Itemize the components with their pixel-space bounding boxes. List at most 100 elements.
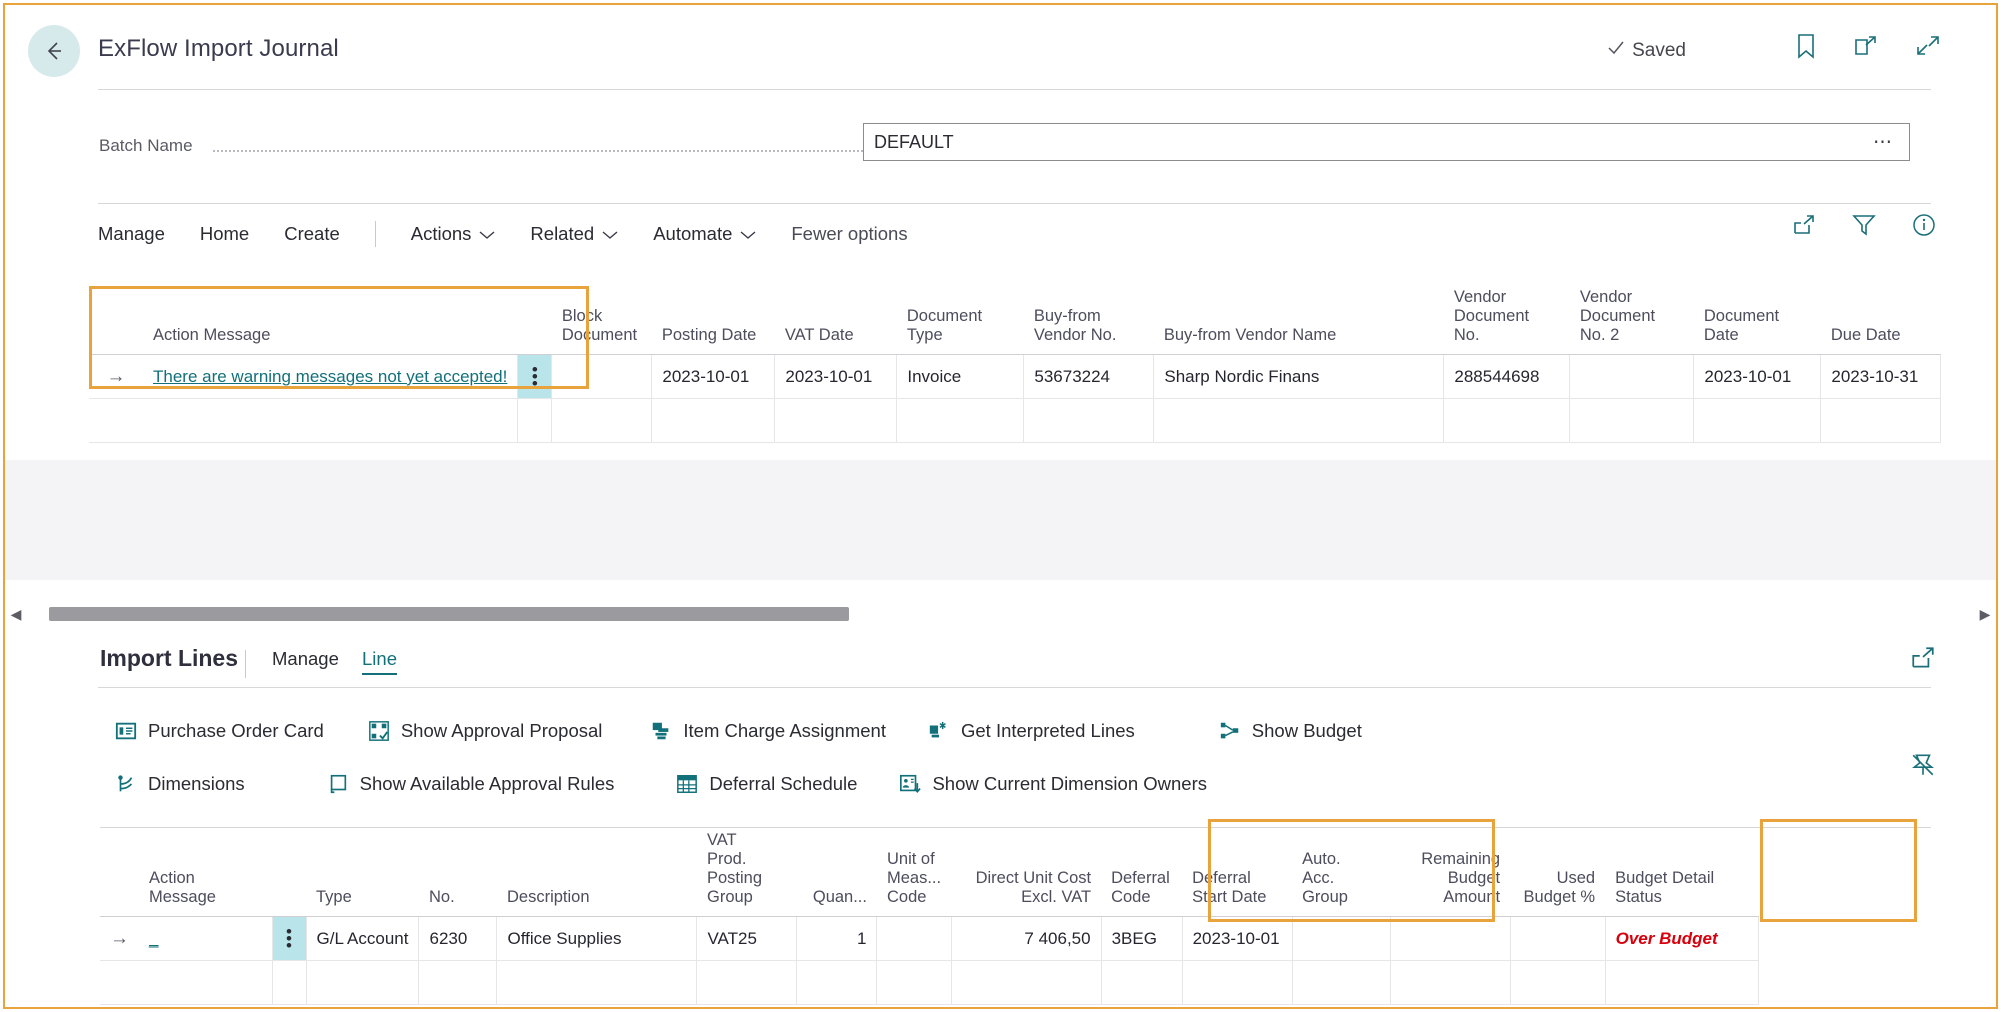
cell-deferral-code[interactable]	[1101, 961, 1182, 1005]
cell-description[interactable]	[497, 961, 697, 1005]
cell-remaining-budget-amount[interactable]	[1390, 917, 1510, 961]
ribbon-item-fewer-options[interactable]: Fewer options	[791, 223, 907, 245]
column-header-document-type[interactable]: DocumentType	[897, 288, 1024, 355]
column-header-vat-prod-posting-group[interactable]: VATProd.PostingGroup	[697, 831, 797, 917]
column-header-used-budget-pct[interactable]: UsedBudget %	[1510, 831, 1605, 917]
row-selector-arrow[interactable]	[89, 399, 143, 443]
batch-name-lookup-button[interactable]: ⋯	[1873, 131, 1893, 154]
line-action-message-value[interactable]: _	[149, 929, 158, 948]
column-header-type[interactable]: Type	[306, 831, 419, 917]
cell-unit-of-measure-code[interactable]	[877, 961, 951, 1005]
tab-line[interactable]: Line	[362, 648, 397, 675]
cell-unit-of-measure-code[interactable]	[877, 917, 951, 961]
column-header-arrow[interactable]	[100, 831, 139, 917]
cell-vendor-document-no[interactable]: 288544698	[1444, 355, 1570, 399]
scroll-right-arrow[interactable]: ▶	[1974, 606, 1996, 623]
ribbon-item-automate[interactable]: Automate	[653, 223, 756, 245]
line-action-show-budget[interactable]: Show Budget	[1219, 720, 1362, 742]
cell-type[interactable]	[306, 961, 419, 1005]
line-action-show-available-approval-rules[interactable]: Show Available Approval Rules	[327, 773, 615, 795]
cell-action-message[interactable]: There are warning messages not yet accep…	[143, 355, 518, 399]
row-options-kebab-icon[interactable]	[518, 399, 552, 443]
column-header-no[interactable]: No.	[419, 831, 497, 917]
import-lines-share-icon[interactable]	[1910, 645, 1936, 676]
table-row[interactable]	[100, 961, 1758, 1005]
column-header-kebab[interactable]	[272, 831, 306, 917]
line-action-purchase-order-card[interactable]: Purchase Order Card	[115, 720, 324, 742]
ribbon-item-home[interactable]: Home	[200, 223, 249, 245]
column-header-budget-detail-status[interactable]: Budget DetailStatus	[1605, 831, 1758, 917]
table-row[interactable]: →_•••G/L Account6230Office SuppliesVAT25…	[100, 917, 1758, 961]
line-action-show-approval-proposal[interactable]: Show Approval Proposal	[368, 720, 603, 742]
cell-buy-from-vendor-no[interactable]	[1024, 399, 1154, 443]
pin-columns-icon[interactable]	[1910, 752, 1936, 783]
ribbon-item-related[interactable]: Related	[530, 223, 618, 245]
cell-budget-detail-status[interactable]	[1605, 961, 1758, 1005]
cell-posting-date[interactable]	[652, 399, 775, 443]
column-header-vendor-document-no[interactable]: VendorDocumentNo.	[1444, 288, 1570, 355]
scrollbar-thumb[interactable]	[49, 607, 849, 621]
column-header-buy-from-vendor-name[interactable]: Buy-from Vendor Name	[1154, 288, 1444, 355]
column-header-description[interactable]: Description	[497, 831, 697, 917]
cell-vat-date[interactable]: 2023-10-01	[775, 355, 897, 399]
cell-budget-detail-status[interactable]: Over Budget	[1605, 917, 1758, 961]
cell-vat-prod-posting-group[interactable]	[697, 961, 797, 1005]
column-header-posting-date[interactable]: Posting Date	[652, 288, 775, 355]
line-action-item-charge-assignment[interactable]: Item Charge Assignment	[650, 720, 886, 742]
row-options-kebab-icon[interactable]: •••	[518, 355, 552, 399]
cell-block-document[interactable]	[552, 399, 652, 443]
cell-deferral-start-date[interactable]	[1182, 961, 1292, 1005]
table-row[interactable]	[89, 399, 1941, 443]
column-header-document-date[interactable]: DocumentDate	[1694, 288, 1821, 355]
collapse-icon[interactable]	[1915, 34, 1941, 63]
row-options-kebab-icon[interactable]	[272, 961, 306, 1005]
column-header-block-document[interactable]: BlockDocument	[552, 288, 652, 355]
column-header-action-message[interactable]: Action Message	[139, 831, 272, 917]
cell-used-budget-pct[interactable]	[1510, 961, 1605, 1005]
cell-due-date[interactable]	[1821, 399, 1941, 443]
cell-description[interactable]: Office Supplies	[497, 917, 697, 961]
column-header-action-message[interactable]: Action Message	[143, 288, 518, 355]
cell-buy-from-vendor-name[interactable]	[1154, 399, 1444, 443]
ribbon-item-manage[interactable]: Manage	[98, 223, 165, 245]
cell-posting-date[interactable]: 2023-10-01	[652, 355, 775, 399]
cell-action-message[interactable]	[143, 399, 518, 443]
cell-auto-acc-group[interactable]	[1292, 961, 1390, 1005]
ribbon-item-actions[interactable]: Actions	[411, 223, 496, 245]
cell-no[interactable]	[419, 961, 497, 1005]
back-button[interactable]	[28, 25, 80, 77]
line-action-deferral-schedule[interactable]: Deferral Schedule	[676, 773, 857, 795]
cell-direct-unit-cost-excl-vat[interactable]: 7 406,50	[951, 917, 1101, 961]
column-header-buy-from-vendor-no[interactable]: Buy-fromVendor No.	[1024, 288, 1154, 355]
cell-due-date[interactable]: 2023-10-31	[1821, 355, 1941, 399]
share-icon[interactable]	[1792, 213, 1816, 242]
column-header-unit-of-measure-code[interactable]: Unit ofMeas...Code	[877, 831, 951, 917]
row-selector-arrow[interactable]: →	[100, 917, 139, 961]
bookmark-icon[interactable]	[1795, 33, 1817, 64]
scrollbar-track[interactable]	[27, 607, 1974, 621]
cell-buy-from-vendor-name[interactable]: Sharp Nordic Finans	[1154, 355, 1444, 399]
cell-quantity[interactable]: 1	[797, 917, 877, 961]
column-header-vat-date[interactable]: VAT Date	[775, 288, 897, 355]
row-selector-arrow[interactable]	[100, 961, 139, 1005]
row-selector-arrow[interactable]: →	[89, 355, 143, 399]
row-options-kebab-icon[interactable]: •••	[272, 917, 306, 961]
cell-direct-unit-cost-excl-vat[interactable]	[951, 961, 1101, 1005]
tab-manage[interactable]: Manage	[272, 648, 339, 670]
cell-quantity[interactable]	[797, 961, 877, 1005]
cell-auto-acc-group[interactable]	[1292, 917, 1390, 961]
cell-used-budget-pct[interactable]	[1510, 917, 1605, 961]
column-header-arrow[interactable]	[89, 288, 143, 355]
column-header-direct-unit-cost-excl-vat[interactable]: Direct Unit CostExcl. VAT	[951, 831, 1101, 917]
line-action-show-current-dimension-owners[interactable]: Show Current Dimension Owners	[899, 773, 1207, 795]
column-header-quantity[interactable]: Quan...	[797, 831, 877, 917]
cell-vendor-document-no-2[interactable]	[1570, 355, 1694, 399]
batch-name-input[interactable]	[863, 123, 1910, 161]
info-icon[interactable]	[1912, 213, 1936, 242]
cell-document-type[interactable]	[897, 399, 1024, 443]
cell-action-message[interactable]: _	[139, 917, 272, 961]
cell-vat-date[interactable]	[775, 399, 897, 443]
warning-message-link[interactable]: There are warning messages not yet accep…	[153, 367, 507, 386]
column-header-remaining-budget-amount[interactable]: RemainingBudgetAmount	[1390, 831, 1510, 917]
cell-buy-from-vendor-no[interactable]: 53673224	[1024, 355, 1154, 399]
